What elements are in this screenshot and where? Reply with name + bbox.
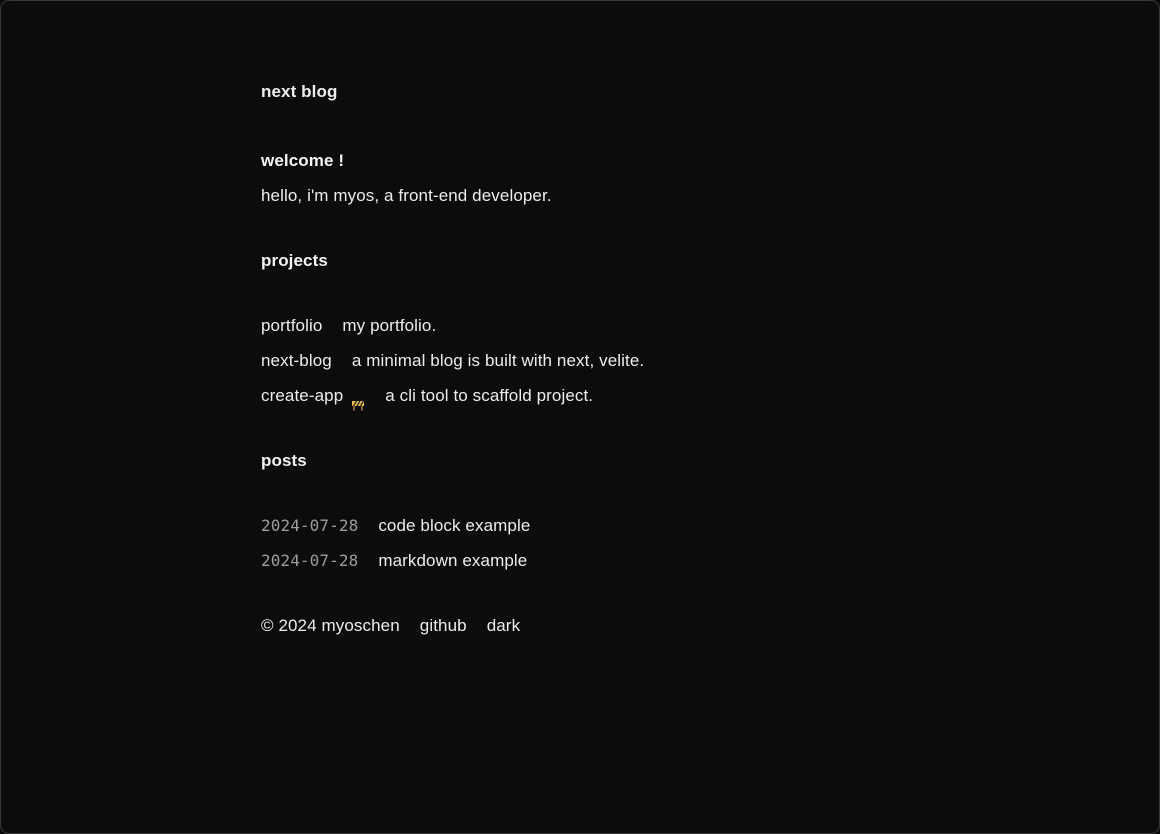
post-item: 2024-07-28 code block example — [261, 508, 901, 543]
welcome-heading: welcome ! — [261, 151, 345, 170]
intro-text: hello, i'm myos, a front-end developer. — [261, 186, 552, 205]
welcome-section: welcome ! hello, i'm myos, a front-end d… — [261, 143, 901, 213]
welcome-intro: hello, i'm myos, a front-end developer. — [261, 178, 901, 213]
post-link[interactable]: markdown example — [378, 543, 527, 578]
copyright-text: © 2024 myoschen — [261, 616, 400, 635]
browser-window: next blog welcome ! hello, i'm myos, a f… — [0, 0, 1160, 834]
post-item: 2024-07-28 markdown example — [261, 543, 901, 578]
projects-heading: projects — [261, 251, 328, 270]
project-description: a minimal blog is built with next, velit… — [351, 351, 645, 370]
posts-section: posts 2024-07-28 code block example 2024… — [261, 443, 901, 578]
project-description: a cli tool to scaffold project. — [385, 386, 594, 405]
post-date: 2024-07-28 — [261, 551, 359, 570]
project-item-next-blog: next-blog a minimal blog is built with n… — [261, 343, 901, 378]
project-link-next-blog[interactable]: next-blog — [261, 343, 332, 378]
construction-barrier-icon — [351, 389, 365, 410]
projects-section: projects portfolio my portfolio. next-bl… — [261, 243, 901, 413]
post-link[interactable]: code block example — [378, 508, 530, 543]
project-item-create-app: create-app a cli tool to scaffold projec… — [261, 378, 901, 413]
project-description: my portfolio. — [342, 316, 437, 335]
project-link-portfolio[interactable]: portfolio — [261, 308, 322, 343]
github-link[interactable]: github — [420, 608, 467, 643]
posts-heading: posts — [261, 451, 307, 470]
site-title-link[interactable]: next blog — [261, 71, 901, 113]
project-link-create-app[interactable]: create-app — [261, 378, 343, 413]
site-footer: © 2024 myoschen github dark — [261, 608, 901, 643]
main-content: next blog welcome ! hello, i'm myos, a f… — [261, 71, 901, 643]
project-item-portfolio: portfolio my portfolio. — [261, 308, 901, 343]
post-date: 2024-07-28 — [261, 516, 359, 535]
theme-toggle-button[interactable]: dark — [487, 608, 520, 643]
